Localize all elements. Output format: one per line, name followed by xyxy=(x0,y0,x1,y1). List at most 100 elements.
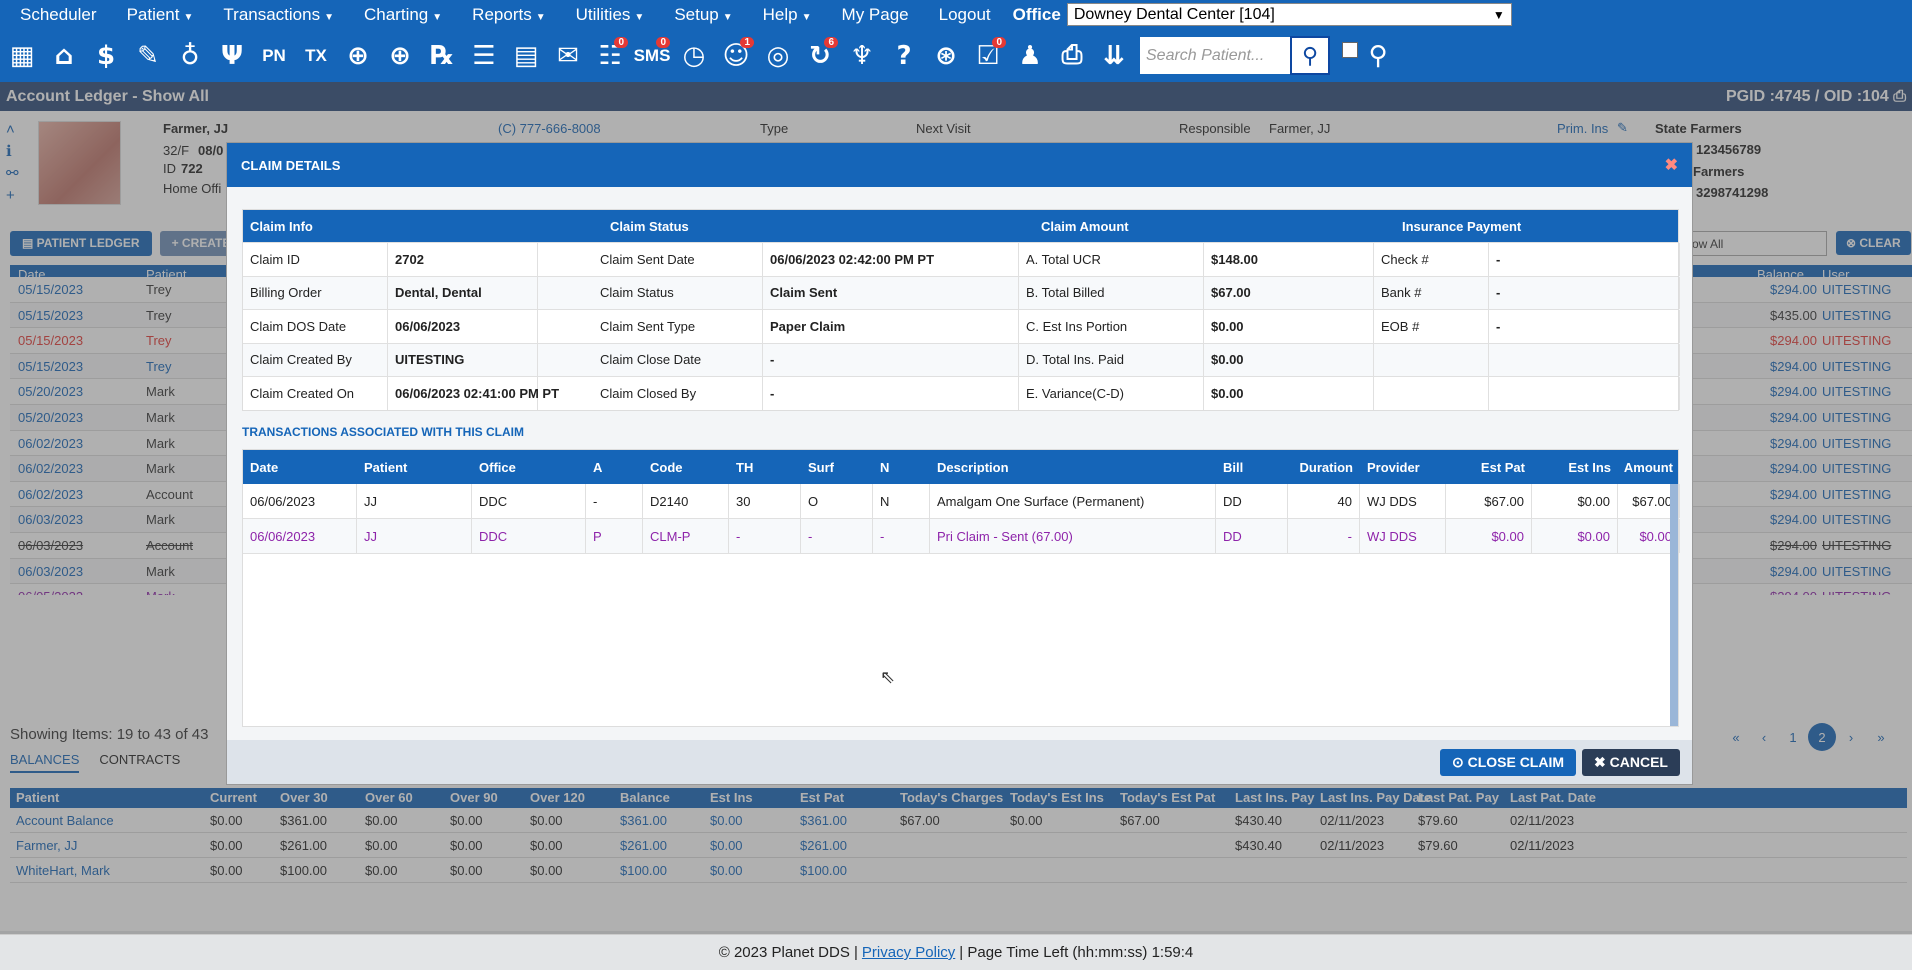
recall-icon[interactable]: ↻ 6 xyxy=(800,36,840,76)
alerts-icon[interactable]: ☺ 1 xyxy=(716,36,756,76)
claim-info-cell: Claim Status xyxy=(593,276,763,309)
claim-info-row: Claim ID 2702 Claim Sent Date 06/06/2023 02… xyxy=(243,242,1680,276)
prescription-icon[interactable]: ℞ xyxy=(422,36,462,76)
menu-charting[interactable]: Charting ▼ xyxy=(344,5,452,25)
main-menu-bar: Scheduler Patient ▼ Transactions ▼ Chartin… xyxy=(0,0,1912,29)
transactions-cell: DDC xyxy=(472,484,586,518)
claim-info-row: Claim Created On 06/06/2023 02:41:00 PM P… xyxy=(243,376,1680,410)
menu-help[interactable]: Help ▼ xyxy=(743,5,822,25)
transactions-col-header: TH xyxy=(736,459,754,475)
claim-info-cell: Check # xyxy=(1374,243,1489,276)
expand-icon[interactable]: ⇊ xyxy=(1094,36,1134,76)
print-icon[interactable]: ⎙ xyxy=(1052,36,1092,76)
search-patient-icon[interactable]: ⚲ xyxy=(1290,36,1330,75)
transactions-cell: P xyxy=(586,519,643,553)
home-icon[interactable]: ⌂ xyxy=(44,36,84,76)
transactions-rows: 06/06/2023 JJ DDC - D2140 30 O N Amalgam One Sur… xyxy=(243,484,1680,554)
claim-info-cell: Claim Sent Date xyxy=(593,243,763,276)
claim-info-cell: Claim Close Date xyxy=(593,343,763,376)
globe-icon[interactable]: ⊛ xyxy=(926,36,966,76)
privacy-policy-link[interactable]: Privacy Policy xyxy=(862,944,955,961)
transactions-header: Date Patient Office A Code TH Surf N Description… xyxy=(243,450,1678,484)
transactions-cell: $0.00 xyxy=(1532,484,1618,518)
claim-info-cell: E. Variance(C-D) xyxy=(1019,377,1204,410)
tooth-icon[interactable]: ♁ xyxy=(170,36,210,76)
claim-info-cell: - xyxy=(1489,276,1680,309)
transactions-col-header: Description xyxy=(937,459,1009,475)
menu-my-page[interactable]: My Page xyxy=(822,5,919,25)
page-time-left: | Page Time Left (hh:mm:ss) 1:59:4 xyxy=(959,944,1194,961)
menu-patient[interactable]: Patient ▼ xyxy=(107,5,204,25)
menu-logout[interactable]: Logout xyxy=(919,5,1001,25)
menu-setup[interactable]: Setup ▼ xyxy=(654,5,742,25)
tooth-chart-icon[interactable]: ♆ xyxy=(842,36,882,76)
treatment-icon[interactable]: TX xyxy=(296,36,336,76)
claim-info-cell: UITESTING xyxy=(388,343,538,376)
help-tooth-icon[interactable]: ? xyxy=(884,36,924,76)
claim-info-cell: $0.00 xyxy=(1204,343,1374,376)
claim-info-row: Claim Created By UITESTING Claim Close Dat… xyxy=(243,342,1680,376)
tasks-icon[interactable]: ☑ 0 xyxy=(968,36,1008,76)
forms-icon[interactable]: ☰ xyxy=(464,36,504,76)
add-family-icon[interactable]: ⊕ xyxy=(380,36,420,76)
clock-icon[interactable]: ◷ xyxy=(674,36,714,76)
table-row[interactable]: 06/06/2023 JJ DDC - D2140 30 O N Amalgam One Sur… xyxy=(243,484,1680,519)
claim-info-cell: Claim Created By xyxy=(243,343,388,376)
transactions-cell: 30 xyxy=(729,484,801,518)
calendar-icon[interactable]: ▦ xyxy=(2,36,42,76)
claim-info-cell: Claim ID xyxy=(243,243,388,276)
transactions-cell: DD xyxy=(1216,519,1288,553)
caret-down-icon: ▼ xyxy=(535,11,546,23)
transactions-col-header: Est Ins xyxy=(1568,459,1611,475)
messages-badge: 0 xyxy=(614,36,628,48)
transactions-cell: - xyxy=(801,519,873,553)
caret-down-icon: ▼ xyxy=(801,11,812,23)
transactions-cell: - xyxy=(586,484,643,518)
caret-down-icon: ▼ xyxy=(432,11,443,23)
claim-info-cell xyxy=(1489,377,1680,410)
transactions-cell: Pri Claim - Sent (67.00) xyxy=(930,519,1216,553)
transactions-scrollbar[interactable] xyxy=(1670,484,1678,726)
claim-info-cell: 2702 xyxy=(388,243,538,276)
progress-notes-icon[interactable]: PN xyxy=(254,36,294,76)
claim-info-cell: Billing Order xyxy=(243,276,388,309)
menu-utilities[interactable]: Utilities ▼ xyxy=(556,5,655,25)
claim-info-cell: Bank # xyxy=(1374,276,1489,309)
close-claim-button[interactable]: ⊙ CLOSE CLAIM xyxy=(1439,748,1577,776)
transactions-cell: $0.00 xyxy=(1446,519,1532,553)
family-icon[interactable]: ♟ xyxy=(1010,36,1050,76)
menu-reports[interactable]: Reports ▼ xyxy=(452,5,555,25)
office-select[interactable]: Downey Dental Center [104] ▼ xyxy=(1066,3,1512,26)
perio-icon[interactable]: Ψ xyxy=(212,36,252,76)
transactions-col-header: N xyxy=(880,459,890,475)
patient-portal-icon[interactable]: ◎ xyxy=(758,36,798,76)
messages-icon[interactable]: ☷ 0 xyxy=(590,36,630,76)
notes-icon[interactable]: ✎ xyxy=(128,36,168,76)
transactions-cell: WJ DDS xyxy=(1360,484,1446,518)
transactions-col-header: Office xyxy=(479,459,516,475)
alerts-badge: 1 xyxy=(740,36,754,48)
transactions-col-header: Bill xyxy=(1223,459,1244,475)
search-checkbox[interactable] xyxy=(1342,41,1358,58)
document-icon[interactable]: ▤ xyxy=(506,36,546,76)
advanced-search-icon[interactable]: ⚲ xyxy=(1358,36,1398,76)
dollar-icon[interactable]: $ xyxy=(86,36,126,76)
table-row[interactable]: 06/06/2023 JJ DDC P CLM-P - - - Pri Claim - Sent… xyxy=(243,519,1680,554)
claim-info-cell xyxy=(1374,343,1489,376)
cancel-button[interactable]: ✖ CANCEL xyxy=(1582,748,1680,776)
claim-info-cell: 06/06/2023 02:42:00 PM PT xyxy=(763,243,1019,276)
close-icon[interactable]: ✖ xyxy=(1665,155,1678,175)
menu-scheduler[interactable]: Scheduler xyxy=(0,5,107,25)
mail-icon[interactable]: ✉ xyxy=(548,36,588,76)
tasks-badge: 0 xyxy=(992,36,1006,48)
search-patient-input[interactable]: Search Patient... xyxy=(1140,37,1290,74)
menu-transactions[interactable]: Transactions ▼ xyxy=(203,5,344,25)
transactions-col-header: Date xyxy=(250,459,279,475)
claim-details-modal: CLAIM DETAILS ✖ Claim Info Claim Status … xyxy=(226,142,1693,785)
claim-transactions-table: Date Patient Office A Code TH Surf N Description… xyxy=(242,449,1680,727)
add-patient-icon[interactable]: ⊕ xyxy=(338,36,378,76)
sms-icon[interactable]: SMS 0 xyxy=(632,36,672,76)
transactions-cell: $0.00 xyxy=(1532,519,1618,553)
transactions-col-header: Provider xyxy=(1367,459,1420,475)
claim-info-cell: Claim DOS Date xyxy=(243,310,388,343)
